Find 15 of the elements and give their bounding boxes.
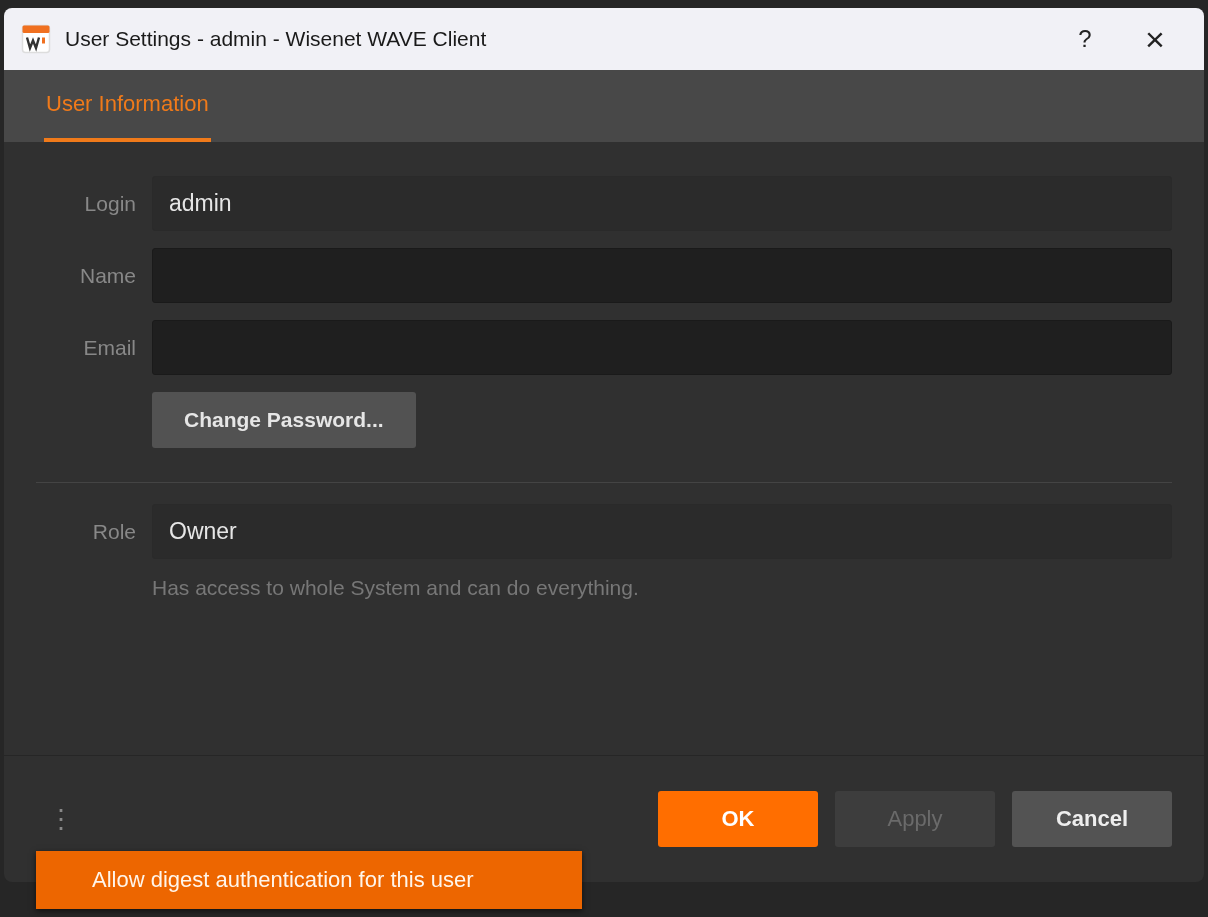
role-description: Has access to whole System and can do everything.: [152, 576, 639, 600]
more-menu-button[interactable]: ⋮: [44, 803, 78, 835]
input-field: admin: [152, 176, 1172, 231]
window-title: User Settings - admin - Wisenet WAVE Client: [65, 27, 487, 51]
role-field[interactable]: Owner: [152, 504, 1172, 559]
field-label: Name: [78, 263, 137, 288]
change-password-button[interactable]: Change Password...: [152, 392, 416, 448]
field-label: Role: [91, 519, 137, 544]
tab[interactable]: User Information: [44, 70, 211, 142]
field-label: Email: [82, 335, 137, 360]
close-button[interactable]: ×: [1120, 17, 1190, 61]
app-icon: [21, 24, 51, 54]
field-label: Login: [83, 191, 137, 216]
dialog-button[interactable]: Cancel: [1012, 791, 1172, 847]
help-button[interactable]: ?: [1050, 17, 1120, 61]
